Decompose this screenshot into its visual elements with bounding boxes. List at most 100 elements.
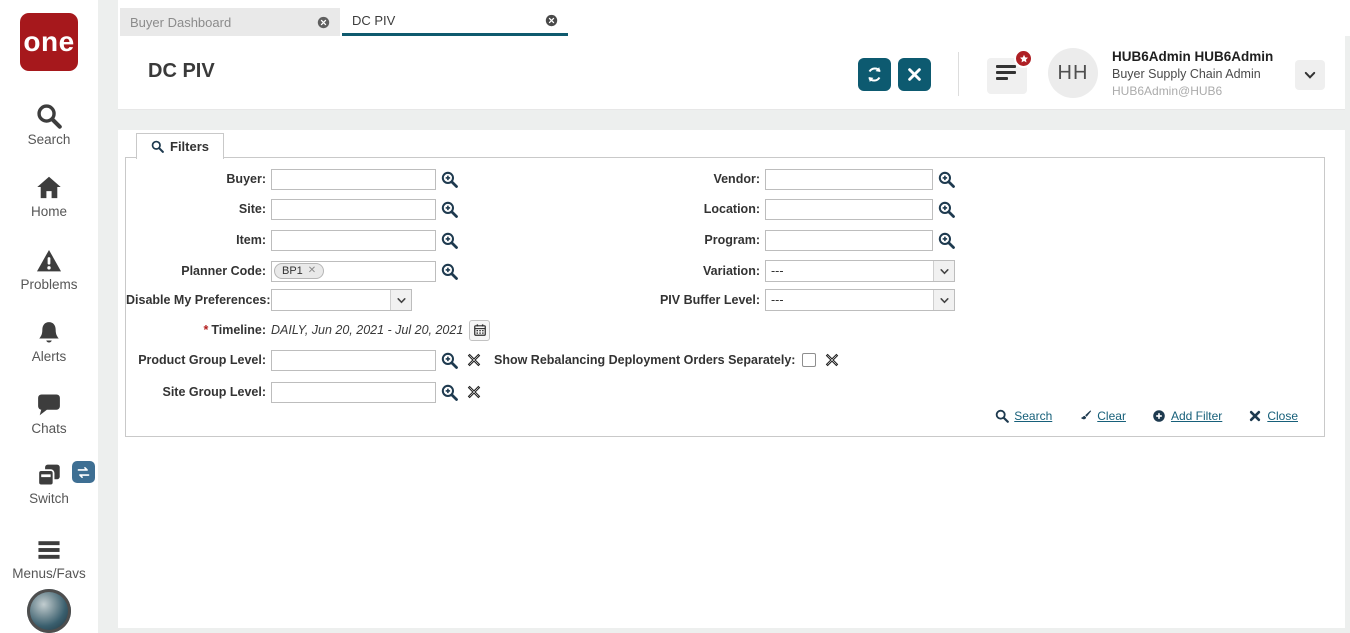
select-arrow — [933, 261, 954, 281]
select-value: --- — [771, 293, 784, 307]
show-rebalancing-clear-button[interactable] — [825, 353, 839, 367]
calendar-icon — [473, 323, 486, 336]
site-lookup-button[interactable] — [441, 200, 458, 218]
chip-text: BP1 — [282, 265, 303, 277]
disable-my-preferences-label: Disable My Preferences: — [126, 293, 271, 307]
chip-remove-icon[interactable]: ✕ — [308, 266, 316, 276]
planner-code-lookup-button[interactable] — [441, 262, 458, 280]
star-icon — [1019, 54, 1028, 62]
chevron-down-icon — [396, 297, 406, 303]
select-value: --- — [771, 264, 784, 278]
sidebar-item-label: Switch — [29, 491, 69, 506]
program-input[interactable] — [765, 229, 933, 251]
tab-label: Buyer Dashboard — [130, 14, 232, 30]
field-row-site: Site: — [126, 198, 458, 220]
ai-globe-logo[interactable] — [27, 589, 71, 633]
user-dropdown-button[interactable] — [1295, 60, 1325, 90]
sidebar-item-label: Search — [27, 132, 71, 147]
close-screen-button[interactable] — [898, 58, 931, 91]
sidebar-item-menus-favs[interactable]: Menus/Favs — [0, 537, 98, 581]
clear-action[interactable]: Clear — [1078, 409, 1126, 423]
program-lookup-button[interactable] — [938, 231, 955, 249]
timeline-calendar-button[interactable] — [469, 319, 491, 341]
location-lookup-button[interactable] — [938, 200, 955, 218]
tab-close-icon[interactable] — [545, 14, 558, 27]
zoom-in-icon — [938, 200, 955, 218]
location-input[interactable] — [765, 198, 933, 220]
site-group-level-label: Site Group Level: — [162, 385, 267, 399]
show-rebalancing-checkbox[interactable] — [802, 353, 817, 367]
buyer-label: Buyer: — [226, 172, 266, 186]
plus-circle-icon — [1152, 409, 1166, 423]
field-row-buyer: Buyer: — [126, 168, 458, 190]
field-row-planner-code: Planner Code: BP1 ✕ — [126, 260, 458, 282]
zoom-in-icon — [938, 170, 955, 188]
field-row-location: Location: — [622, 198, 955, 220]
chevron-down-icon — [939, 268, 949, 274]
home-icon — [37, 176, 61, 199]
filters-tab[interactable]: Filters — [136, 133, 225, 159]
disable-my-preferences-select[interactable] — [271, 289, 412, 311]
search-icon — [36, 103, 62, 129]
sidebar-item-alerts[interactable]: Alerts — [0, 320, 98, 364]
user-info[interactable]: HUB6Admin HUB6Admin Buyer Supply Chain A… — [1112, 49, 1292, 99]
close-action[interactable]: Close — [1248, 409, 1298, 423]
select-value — [272, 290, 390, 310]
product-group-level-label: Product Group Level: — [138, 353, 266, 367]
close-icon — [908, 68, 921, 81]
site-input[interactable] — [271, 198, 436, 220]
one-network-logo[interactable]: one — [20, 13, 78, 71]
product-group-level-lookup-button[interactable] — [441, 351, 458, 369]
piv-buffer-level-select[interactable]: --- — [765, 289, 955, 311]
tab-buyer-dashboard[interactable]: Buyer Dashboard — [120, 8, 340, 36]
buyer-input[interactable] — [271, 168, 436, 190]
sidebar-item-problems[interactable]: Problems — [0, 248, 98, 292]
sidebar-item-label: Home — [30, 204, 67, 219]
chat-bubble-icon — [38, 394, 60, 416]
sidebar-item-chats[interactable]: Chats — [0, 392, 98, 436]
sidebar-item-home[interactable]: Home — [0, 175, 98, 219]
site-group-level-clear-button[interactable] — [467, 385, 481, 399]
vendor-input[interactable] — [765, 168, 933, 190]
tab-strip: Buyer Dashboard DC PIV — [118, 0, 1350, 36]
stacked-windows-icon — [37, 463, 61, 487]
refresh-button[interactable] — [858, 58, 891, 91]
site-group-level-input[interactable] — [271, 381, 436, 403]
timeline-value: DAILY, Jun 20, 2021 - Jul 20, 2021 — [271, 323, 464, 337]
close-action-label: Close — [1267, 409, 1298, 423]
show-rebalancing-label: Show Rebalancing Deployment Orders Separ… — [494, 353, 796, 367]
sidebar-item-search[interactable]: Search — [0, 103, 98, 147]
item-label: Item: — [236, 233, 266, 247]
product-group-level-clear-button[interactable] — [467, 353, 481, 367]
outlined-x-icon — [467, 385, 481, 399]
clear-action-label: Clear — [1097, 409, 1126, 423]
search-icon — [151, 140, 164, 153]
item-lookup-button[interactable] — [441, 231, 458, 249]
user-org: HUB6Admin@HUB6 — [1112, 83, 1223, 98]
add-filter-action[interactable]: Add Filter — [1152, 409, 1222, 423]
field-row-vendor: Vendor: — [622, 168, 955, 190]
variation-select[interactable]: --- — [765, 260, 955, 282]
search-action[interactable]: Search — [995, 409, 1052, 423]
warning-triangle-icon — [36, 249, 62, 272]
main-content: Filters Buyer: Site: Item: Planner Code:… — [118, 130, 1345, 628]
site-group-level-lookup-button[interactable] — [441, 383, 458, 401]
tab-close-icon[interactable] — [317, 15, 330, 29]
field-row-timeline: * Timeline: DAILY, Jun 20, 2021 - Jul 20,… — [126, 319, 491, 341]
tab-dc-piv[interactable]: DC PIV — [342, 8, 568, 36]
vendor-lookup-button[interactable] — [938, 170, 955, 188]
product-group-level-input[interactable] — [271, 349, 436, 371]
buyer-lookup-button[interactable] — [441, 170, 458, 188]
location-label: Location: — [703, 202, 760, 216]
field-row-program: Program: — [622, 229, 955, 251]
zoom-in-icon — [441, 200, 458, 218]
notification-star-badge — [1014, 49, 1033, 68]
select-arrow — [933, 290, 954, 310]
swap-arrows-icon — [77, 466, 90, 478]
variation-label: Variation: — [703, 264, 760, 278]
avatar-initials: HH — [1057, 61, 1089, 84]
avatar[interactable]: HH — [1048, 48, 1098, 98]
switch-swap-badge[interactable] — [72, 461, 95, 483]
planner-code-input[interactable]: BP1 ✕ — [271, 260, 436, 282]
item-input[interactable] — [271, 229, 436, 251]
